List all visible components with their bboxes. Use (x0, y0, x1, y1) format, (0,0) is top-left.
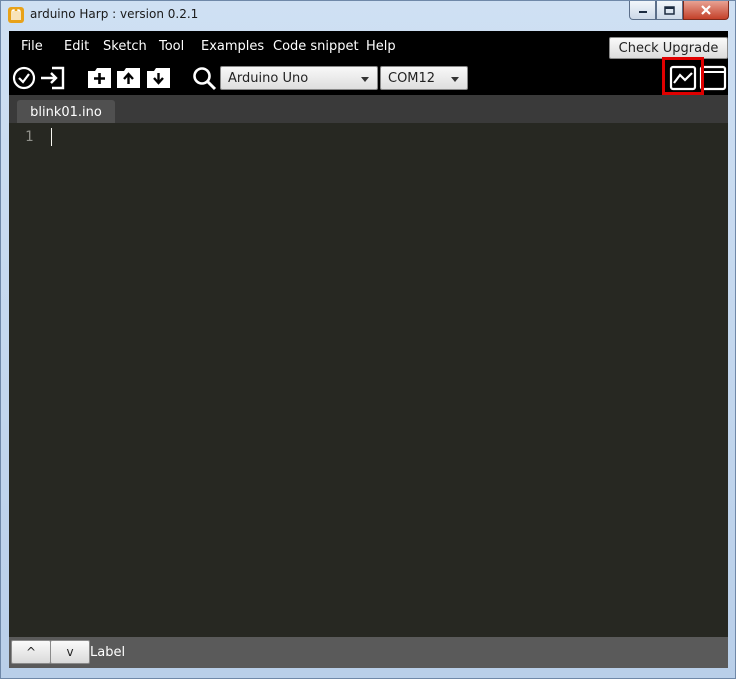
check-upgrade-button[interactable]: Check Upgrade (609, 37, 728, 59)
new-file-button[interactable] (86, 65, 114, 91)
board-select[interactable]: Arduino Uno (220, 66, 378, 90)
window-title: arduino Harp : version 0.2.1 (30, 7, 199, 21)
menu-sketch[interactable]: Sketch (103, 39, 147, 54)
search-button[interactable] (191, 65, 219, 91)
minimize-button[interactable] (629, 1, 656, 20)
verify-button[interactable] (11, 65, 39, 91)
new-file-icon (88, 68, 111, 88)
close-button[interactable] (683, 1, 729, 20)
board-select-value: Arduino Uno (228, 71, 309, 86)
code-editor[interactable]: 1 (9, 123, 728, 637)
chevron-down-icon (451, 77, 459, 82)
tab-blink01[interactable]: blink01.ino (17, 100, 115, 124)
maximize-icon (664, 5, 675, 15)
line-gutter: 1 (9, 123, 45, 637)
title-bar[interactable]: arduino Harp : version 0.2.1 (1, 1, 735, 29)
menu-edit[interactable]: Edit (64, 39, 89, 54)
save-file-button[interactable] (145, 65, 173, 91)
app-client-area: File Edit Sketch Tool Examples Code snip… (9, 31, 728, 668)
port-select[interactable]: COM12 (380, 66, 468, 90)
status-bar: ^ v Label (9, 637, 728, 668)
line-number: 1 (25, 129, 34, 145)
port-select-value: COM12 (388, 71, 436, 86)
editor-area: blink01.ino 1 (9, 95, 728, 637)
chevron-down-icon (361, 77, 369, 82)
scroll-up-button[interactable]: ^ (11, 640, 51, 664)
text-cursor (51, 128, 52, 146)
open-file-button[interactable] (115, 65, 143, 91)
app-window: arduino Harp : version 0.2.1 File Edit S… (0, 0, 736, 679)
open-file-icon (117, 68, 140, 88)
status-label: Label (90, 645, 126, 660)
close-icon (701, 5, 711, 15)
save-file-icon (147, 68, 170, 88)
highlight-box (662, 57, 704, 95)
arduino-harp-logo-icon (8, 7, 24, 23)
menu-file[interactable]: File (21, 39, 43, 54)
scroll-down-button[interactable]: v (50, 640, 90, 664)
upload-button[interactable] (39, 65, 67, 91)
menu-bar: File Edit Sketch Tool Examples Code snip… (9, 31, 728, 63)
upload-icon (41, 66, 65, 90)
search-icon (193, 67, 217, 91)
menu-tool[interactable]: Tool (159, 39, 184, 54)
menu-code-snippet[interactable]: Code snippet (273, 39, 359, 54)
verify-icon (12, 66, 36, 90)
menu-help[interactable]: Help (366, 39, 396, 54)
toolbar: Arduino Uno COM12 (9, 63, 728, 93)
minimize-icon (638, 11, 647, 13)
tab-strip: blink01.ino (9, 95, 728, 124)
maximize-button[interactable] (656, 1, 683, 20)
menu-examples[interactable]: Examples (201, 39, 264, 54)
